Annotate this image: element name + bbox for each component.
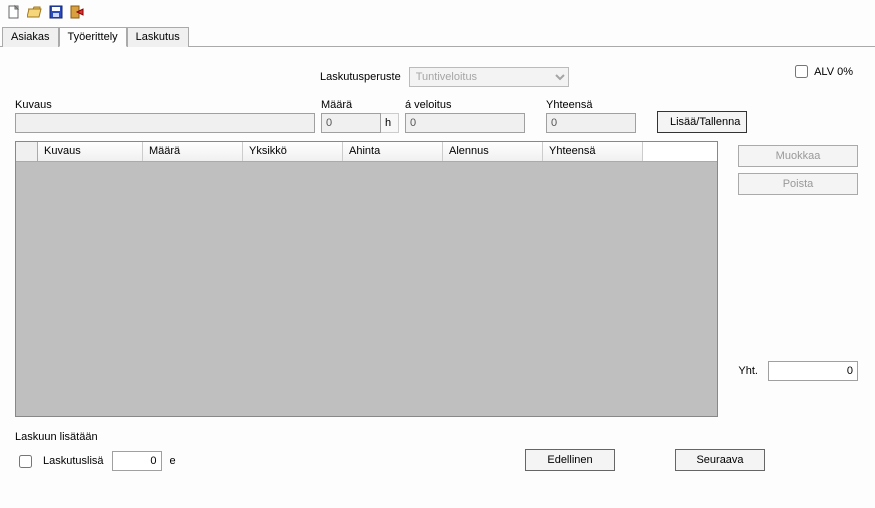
exit-icon[interactable] <box>69 4 85 20</box>
yhteensa-input[interactable] <box>546 113 636 133</box>
col-kuvaus[interactable]: Kuvaus <box>38 142 143 161</box>
yht-value[interactable] <box>768 361 858 381</box>
col-yhteensa[interactable]: Yhteensä <box>543 142 643 161</box>
maara-unit: h <box>381 113 399 133</box>
grid-row-header <box>16 142 38 161</box>
laskutuslisa-unit: e <box>170 455 176 467</box>
edit-button[interactable]: Muokkaa <box>738 145 858 167</box>
grid[interactable]: Kuvaus Määrä Yksikkö Ahinta Alennus Yhte… <box>15 141 718 417</box>
add-save-button[interactable]: Lisää/Tallenna <box>657 111 747 133</box>
next-button[interactable]: Seuraava <box>675 449 765 471</box>
yhteensa-label: Yhteensä <box>546 99 636 111</box>
content: ALV 0% Laskutusperuste Tuntiveloitus Kuv… <box>0 47 875 481</box>
aveloitus-label: á veloitus <box>405 99 525 111</box>
vat-label: ALV 0% <box>814 66 853 78</box>
open-icon[interactable] <box>27 4 43 20</box>
col-maara[interactable]: Määrä <box>143 142 243 161</box>
aveloitus-input[interactable] <box>405 113 525 133</box>
prev-button[interactable]: Edellinen <box>525 449 615 471</box>
billing-basis-select[interactable]: Tuntiveloitus <box>409 67 569 87</box>
tab-laskutus[interactable]: Laskutus <box>127 27 189 47</box>
kuvaus-label: Kuvaus <box>15 99 315 111</box>
laskutuslisa-input[interactable] <box>112 451 162 471</box>
col-ahinta[interactable]: Ahinta <box>343 142 443 161</box>
new-icon[interactable] <box>6 4 22 20</box>
maara-label: Määrä <box>321 99 399 111</box>
tab-asiakas[interactable]: Asiakas <box>2 27 59 47</box>
grid-header: Kuvaus Määrä Yksikkö Ahinta Alennus Yhte… <box>16 142 717 162</box>
col-alennus[interactable]: Alennus <box>443 142 543 161</box>
tab-tyoerittely[interactable]: Työerittely <box>59 27 127 47</box>
col-yksikko[interactable]: Yksikkö <box>243 142 343 161</box>
save-icon[interactable] <box>48 4 64 20</box>
kuvaus-input[interactable] <box>15 113 315 133</box>
laskutuslisa-checkbox[interactable] <box>19 455 32 468</box>
laskuun-title: Laskuun lisätään <box>15 431 860 443</box>
vat-checkbox-group: ALV 0% <box>795 65 853 78</box>
maara-input[interactable] <box>321 113 381 133</box>
laskutuslisa-label: Laskutuslisä <box>43 455 104 467</box>
tabs: Asiakas Työerittely Laskutus <box>0 26 875 47</box>
yht-label: Yht. <box>738 365 758 377</box>
billing-basis-label: Laskutusperuste <box>320 71 401 83</box>
toolbar <box>0 0 875 24</box>
delete-button[interactable]: Poista <box>738 173 858 195</box>
vat-checkbox[interactable] <box>795 65 808 78</box>
